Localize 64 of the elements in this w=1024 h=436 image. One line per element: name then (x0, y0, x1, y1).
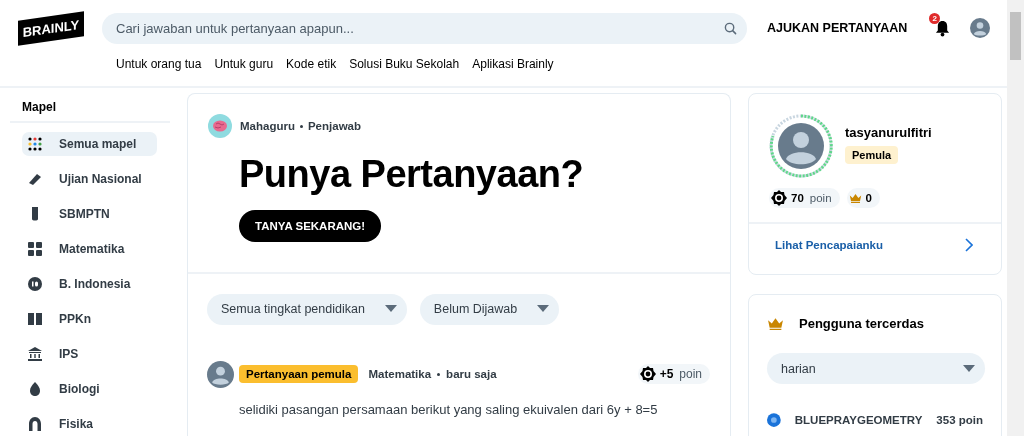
caret-icon (963, 364, 975, 373)
ask-question-button[interactable]: AJUKAN PERTANYAAN (767, 21, 908, 35)
leader-points: 353 poin (936, 414, 983, 426)
crowns-pill: 0 (846, 188, 880, 208)
subject-item[interactable]: Semua mapel (22, 132, 157, 156)
search-icon[interactable] (724, 21, 737, 35)
subject-item[interactable]: SBMPTN (22, 202, 157, 226)
notification-count: 2 (929, 12, 941, 24)
subject-item[interactable]: IPS (22, 342, 157, 366)
subject-icon (27, 346, 43, 362)
leader-username[interactable]: BLUEPRAYGEOMETRY (794, 414, 923, 426)
points-pill: 70 poin (769, 188, 840, 208)
profile-avatar-icon[interactable] (769, 114, 833, 178)
nav-link[interactable]: Untuk orang tua (116, 57, 202, 71)
nav-link[interactable]: Untuk guru (214, 57, 274, 71)
subject-icon (27, 381, 43, 397)
ask-now-button[interactable]: TANYA SEKARANG! (239, 209, 382, 242)
coin-icon (639, 366, 656, 383)
subject-icon (27, 241, 43, 257)
subject-icon (27, 136, 43, 152)
caret-icon (537, 305, 550, 314)
nav-link[interactable]: Solusi Buku Sekolah (349, 57, 460, 71)
subject-item[interactable]: Fisika (22, 412, 157, 436)
crown-icon (848, 193, 862, 203)
question-time: baru saja (446, 368, 497, 381)
subject-item[interactable]: Matematika (22, 237, 157, 261)
filter-dropdown[interactable]: Belum Dijawab (419, 293, 560, 325)
search-field[interactable]: Cari jawaban untuk pertanyaan apapun... (102, 12, 747, 44)
rank-badge: Pemula (845, 146, 899, 164)
hero-title: Punya Pertanyaan? (239, 154, 585, 196)
caret-icon (384, 305, 397, 314)
brain-icon (208, 114, 232, 138)
subject-item[interactable]: Biologi (22, 377, 157, 401)
points-pill: +5 poin (637, 364, 710, 385)
sidebar-title: Mapel (10, 100, 170, 123)
coin-icon (771, 190, 787, 206)
nav-link[interactable]: Aplikasi Brainly (472, 57, 554, 71)
filter-dropdown[interactable]: Semua tingkat pendidikan (207, 293, 407, 325)
subject-icon (27, 276, 43, 292)
subject-item[interactable]: B. Indonesia (22, 272, 157, 296)
question-text[interactable]: selidiki pasangan persamaan berikut yang saling ekuivalen dari 6y + 8=5 (239, 401, 710, 417)
separator-dot-icon (299, 124, 303, 128)
question-tag: Pertanyaan pemula (239, 365, 359, 384)
asker-avatar-icon[interactable] (207, 360, 234, 388)
leaderboard-title: Pengguna tercerdas (799, 316, 924, 331)
nav-link[interactable]: Kode etik (286, 57, 337, 71)
subject-item[interactable]: Ujian Nasional (22, 167, 157, 191)
separator-dot-icon (437, 372, 441, 376)
crown-icon (767, 317, 784, 330)
subject-item[interactable]: PPKn (22, 307, 157, 331)
achievements-link[interactable]: Lihat Pencapaianku (749, 222, 1001, 252)
subject-icon (27, 416, 43, 432)
author-name: Mahaguru (240, 120, 295, 132)
scrollbar[interactable] (1007, 0, 1024, 436)
author-role: Penjawab (307, 120, 361, 132)
user-avatar-icon[interactable] (970, 18, 991, 38)
bell-icon[interactable] (935, 19, 951, 37)
chevron-right-icon (965, 238, 973, 252)
subject-icon (27, 171, 43, 187)
period-dropdown[interactable]: harian (767, 353, 985, 384)
subject-icon (27, 311, 43, 327)
brainly-logo[interactable]: BRAINLY (18, 10, 84, 46)
username[interactable]: tasyanurulfitri (845, 125, 932, 140)
question-subject[interactable]: Matematika (368, 368, 432, 381)
